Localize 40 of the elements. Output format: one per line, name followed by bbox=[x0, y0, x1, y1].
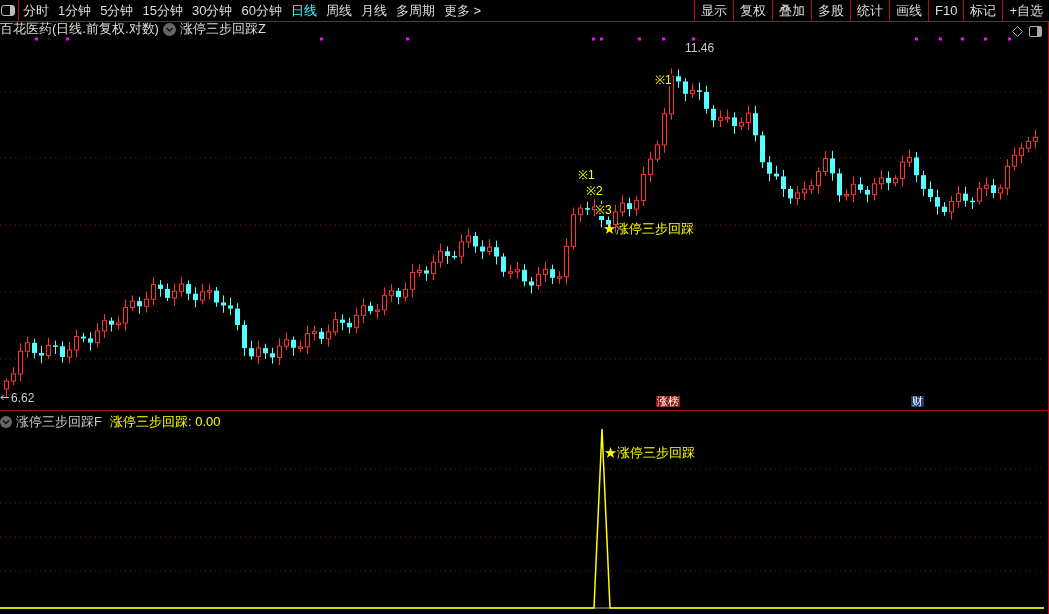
signal-marker: ※2 bbox=[586, 185, 603, 197]
signal-label: ★涨停三步回踩 bbox=[604, 444, 695, 462]
signal-label: ★涨停三步回踩 bbox=[603, 220, 694, 238]
period-tab[interactable]: 分时 bbox=[23, 0, 49, 21]
toolbar-button[interactable]: 复权 bbox=[733, 0, 772, 21]
period-tab[interactable]: 周线 bbox=[325, 0, 352, 21]
chevron-down-icon[interactable] bbox=[0, 415, 12, 428]
panel-toggle-icon[interactable] bbox=[1029, 26, 1042, 37]
period-tab[interactable]: 多周期 bbox=[395, 0, 435, 21]
signal-marker: ※1 bbox=[655, 74, 672, 86]
signal-marker: ※3 bbox=[595, 204, 612, 216]
event-badge[interactable]: 财 bbox=[911, 396, 924, 407]
indicator-value: 涨停三步回踩: 0.00 bbox=[109, 413, 221, 431]
period-tab[interactable]: 月线 bbox=[360, 0, 387, 21]
period-tab[interactable]: 日线 bbox=[290, 0, 317, 21]
period-tab[interactable]: 5分钟 bbox=[100, 0, 134, 21]
period-tab[interactable]: 1分钟 bbox=[58, 0, 92, 21]
high-price-label: 11.46 bbox=[685, 42, 715, 54]
toolbar-button[interactable]: +自选 bbox=[1002, 0, 1049, 21]
toolbar-button[interactable]: 统计 bbox=[850, 0, 889, 21]
signal-marker: ※1 bbox=[578, 169, 595, 181]
toolbar-button[interactable]: 标记 bbox=[963, 0, 1003, 21]
arrow-left-icon bbox=[0, 394, 10, 401]
period-tab[interactable]: 60分钟 bbox=[241, 0, 282, 21]
chevron-down-icon[interactable] bbox=[162, 22, 176, 36]
toolbar-button[interactable]: 画线 bbox=[889, 0, 928, 21]
panel-toggle-icon[interactable] bbox=[1, 5, 15, 16]
toolbar-button[interactable]: 显示 bbox=[694, 0, 733, 21]
toolbar-button[interactable]: 叠加 bbox=[772, 0, 811, 21]
indicator-name: 涨停三步回踩F bbox=[16, 413, 102, 431]
diamond-icon[interactable] bbox=[1012, 26, 1023, 37]
low-price-label: 6.62 bbox=[11, 390, 35, 407]
toolbar-button[interactable]: 多股 bbox=[811, 0, 850, 21]
period-tab[interactable]: 30分钟 bbox=[191, 0, 233, 21]
period-tab[interactable]: 15分钟 bbox=[142, 0, 183, 21]
period-tab[interactable]: 更多 > bbox=[443, 0, 482, 21]
toolbar-button[interactable]: F10 bbox=[928, 0, 964, 21]
indicator-name: 涨停三步回踩Z bbox=[179, 22, 266, 36]
stock-title: 百花医药(日线.前复权.对数) bbox=[0, 22, 159, 36]
event-badge[interactable]: 涨榜 bbox=[656, 396, 680, 407]
